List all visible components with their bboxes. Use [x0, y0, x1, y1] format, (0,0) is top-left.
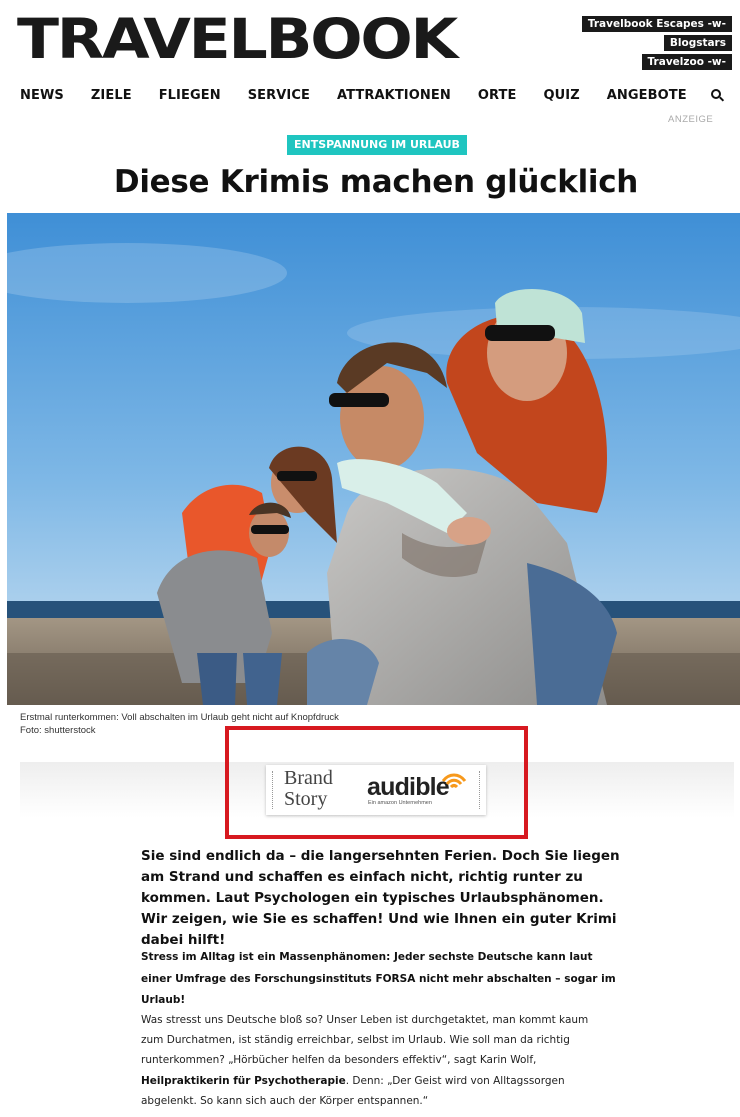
external-link-travelbook-escapes[interactable]: Travelbook Escapes -w-	[581, 16, 732, 32]
nav-item-ziele[interactable]: ZIELE	[91, 88, 132, 103]
caption-text: Erstmal runterkommen: Voll abschalten im…	[20, 712, 339, 723]
hero-image	[7, 213, 740, 705]
nav-item-angebote[interactable]: ANGEBOTE	[607, 88, 687, 103]
paragraph-bold-text[interactable]: Heilpraktikerin für Psychotherapie	[141, 1075, 346, 1087]
article-headline: Diese Krimis machen glücklich	[113, 164, 639, 200]
nav-item-fliegen[interactable]: FLIEGEN	[159, 88, 221, 103]
article-intro: Stress im Alltag ist ein Massenphänomen:…	[141, 951, 616, 1006]
nav-item-service[interactable]: SERVICE	[248, 88, 310, 103]
nav-item-orte[interactable]: ORTE	[478, 88, 517, 103]
external-link-travelzoo[interactable]: Travelzoo -w-	[641, 54, 732, 70]
article-paragraph: Was stresst uns Deutsche bloß so? Unser …	[141, 1010, 611, 1111]
category-tag[interactable]: ENTSPANNUNG IM URLAUB	[287, 135, 467, 155]
highlight-box	[225, 726, 528, 839]
external-links: Travelbook Escapes -w- Blogstars Travelz…	[581, 16, 732, 70]
ad-label: ANZEIGE	[668, 114, 714, 125]
nav-item-quiz[interactable]: QUIZ	[543, 88, 579, 103]
main-nav: NEWS ZIELE FLIEGEN SERVICE ATTRAKTIONEN …	[20, 88, 725, 103]
paragraph-text: Was stresst uns Deutsche bloß so? Unser …	[141, 1014, 589, 1067]
page: TRAVELBOOK Travelbook Escapes -w- Blogst…	[0, 0, 740, 1117]
search-icon[interactable]	[710, 88, 725, 103]
nav-item-attraktionen[interactable]: ATTRAKTIONEN	[337, 88, 451, 103]
nav-item-news[interactable]: NEWS	[20, 88, 64, 103]
site-logo[interactable]: TRAVELBOOK	[17, 8, 458, 70]
external-link-blogstars[interactable]: Blogstars	[663, 35, 732, 51]
article-lead: Sie sind endlich da – die langersehnten …	[141, 848, 620, 948]
